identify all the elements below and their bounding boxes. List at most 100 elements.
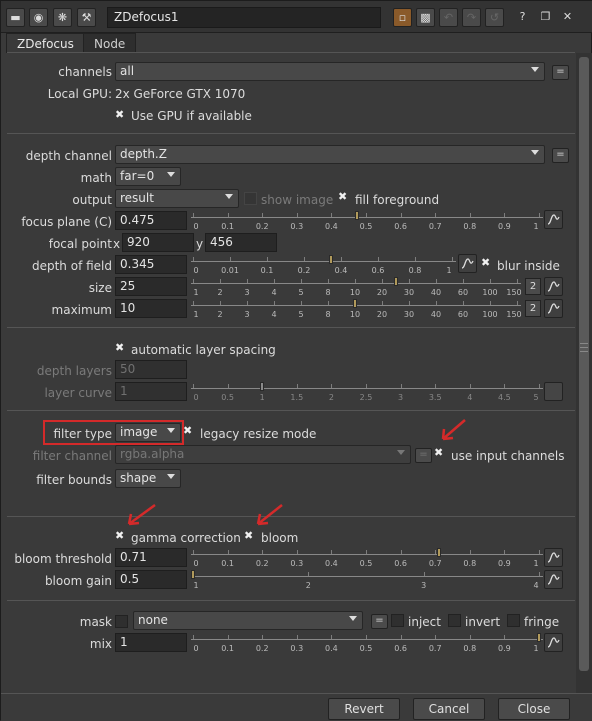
- channels-link-button[interactable]: =: [552, 65, 569, 80]
- node-name-field[interactable]: ZDefocus1: [107, 7, 381, 28]
- redo-icon[interactable]: ↷: [462, 8, 481, 27]
- layer-curve-input[interactable]: 1: [115, 382, 187, 401]
- focus-plane-input[interactable]: 0.475: [115, 211, 187, 230]
- slider-handle[interactable]: [355, 211, 360, 220]
- help-icon[interactable]: ?: [513, 8, 532, 27]
- invert-checkbox[interactable]: [448, 614, 461, 627]
- depth-of-field-input[interactable]: 0.345: [115, 255, 187, 274]
- focal-x-input[interactable]: 920: [122, 233, 194, 252]
- mask-dropdown[interactable]: none: [133, 611, 363, 630]
- legacy-resize-checkbox[interactable]: [183, 424, 196, 439]
- size-split-button[interactable]: 2: [525, 278, 541, 295]
- chevron-down-icon: [167, 474, 175, 479]
- blur-inside-checkbox[interactable]: [481, 256, 494, 271]
- channels-dropdown[interactable]: all: [115, 62, 545, 81]
- size-slider[interactable]: 1 2 3 4 5 8 10 20 30 40 60 100 150: [191, 277, 522, 300]
- slider-handle[interactable]: [537, 633, 541, 642]
- scrollbar-thumb[interactable]: [579, 57, 589, 671]
- slider-tick-label: 0.7: [428, 644, 442, 653]
- fringe-checkbox[interactable]: [507, 614, 520, 627]
- tab-node[interactable]: Node: [83, 33, 137, 53]
- undo-icon[interactable]: ↶: [439, 8, 458, 27]
- gamma-correction-checkbox[interactable]: [115, 529, 128, 544]
- math-dropdown[interactable]: far=0: [115, 167, 181, 186]
- tile-color-icon[interactable]: ▫: [393, 8, 412, 27]
- filter-bounds-label: filter bounds: [36, 473, 112, 487]
- depth-channel-link-button[interactable]: =: [552, 148, 569, 163]
- invert-label: invert: [465, 615, 501, 629]
- depth-channel-dropdown[interactable]: depth.Z: [115, 145, 545, 164]
- bloom-checkbox[interactable]: [244, 529, 257, 544]
- slider-tick-label: 0.5: [359, 559, 373, 568]
- output-dropdown[interactable]: result: [115, 189, 239, 208]
- animation-curve-icon[interactable]: [544, 382, 563, 401]
- mask-link-button[interactable]: =: [371, 614, 388, 629]
- collapse-icon[interactable]: ▬: [6, 8, 25, 27]
- slider-handle[interactable]: [328, 255, 333, 264]
- filter-bounds-dropdown[interactable]: shape: [115, 469, 181, 488]
- slider-tick-label: 100: [482, 310, 498, 319]
- mix-input[interactable]: 1: [115, 633, 187, 652]
- bug-icon[interactable]: ❋: [53, 8, 72, 27]
- animation-curve-icon[interactable]: [544, 299, 563, 318]
- layer-curve-slider[interactable]: 0 0.5 1 1.5 2 2.5 3 3.5 4 4.5 5: [191, 382, 543, 405]
- use-gpu-label: Use GPU if available: [131, 109, 252, 123]
- slider-tick-label: 0.6: [394, 559, 407, 568]
- slider-tick-label: 0.9: [498, 559, 511, 568]
- depth-of-field-slider[interactable]: 0 0.01 0.1 0.2 0.4 0.6 0.8 1: [191, 255, 456, 278]
- bloom-gain-input[interactable]: 0.5: [115, 570, 187, 589]
- mix-label: mix: [89, 637, 112, 651]
- slider-handle[interactable]: [191, 570, 195, 579]
- focal-y-input[interactable]: 456: [205, 233, 277, 252]
- cancel-button[interactable]: Cancel: [413, 698, 485, 720]
- gl-color-icon[interactable]: ▩: [416, 8, 435, 27]
- view-node-icon[interactable]: ◉: [29, 8, 48, 27]
- close-button[interactable]: Close: [498, 698, 570, 720]
- use-gpu-checkbox[interactable]: [115, 108, 128, 123]
- animation-curve-icon[interactable]: [544, 633, 563, 652]
- annotation-arrow-icon: [441, 419, 466, 441]
- vertical-scrollbar[interactable]: [576, 53, 592, 693]
- bloom-gain-slider[interactable]: 1 2 3 4: [191, 570, 543, 593]
- filter-channel-dropdown[interactable]: rgba.alpha: [115, 445, 411, 464]
- use-input-channels-checkbox[interactable]: [434, 446, 447, 461]
- slider-tick-label: 5: [533, 393, 539, 402]
- slider-handle[interactable]: [393, 277, 398, 286]
- animation-curve-icon[interactable]: [544, 210, 563, 229]
- slider-tick: [308, 572, 310, 576]
- filter-type-dropdown[interactable]: image: [115, 423, 181, 442]
- slider-tick: [355, 279, 356, 283]
- bloom-threshold-input[interactable]: 0.71: [115, 548, 187, 567]
- mask-enable-checkbox[interactable]: [115, 615, 128, 628]
- bloom-threshold-slider[interactable]: 0 0.1 0.2 0.3 0.4 0.5 0.6 0.7 0.8 0.9 1: [191, 548, 543, 571]
- slider-tick-label: 0.8: [463, 222, 477, 231]
- slider-handle[interactable]: [260, 382, 265, 391]
- animation-curve-icon[interactable]: [458, 254, 477, 273]
- float-icon[interactable]: ❐: [536, 8, 555, 27]
- maximum-split-button[interactable]: 2: [525, 300, 541, 317]
- depth-layers-input[interactable]: 50: [115, 360, 187, 379]
- automatic-layer-spacing-checkbox[interactable]: [115, 341, 128, 356]
- slider-tick: [247, 301, 248, 305]
- slider-handle[interactable]: [436, 548, 441, 557]
- inject-checkbox[interactable]: [391, 614, 404, 627]
- slider-tick: [274, 301, 275, 305]
- focus-plane-slider[interactable]: 0 0.1 0.2 0.3 0.4 0.5 0.6 0.7 0.8 0.9 1: [191, 211, 543, 234]
- revert-button[interactable]: Revert: [328, 698, 400, 720]
- maximum-input[interactable]: 10: [115, 299, 187, 318]
- filter-channel-link-button[interactable]: =: [415, 448, 432, 463]
- revert-icon[interactable]: ↺: [485, 8, 504, 27]
- close-icon[interactable]: ✕: [558, 8, 577, 27]
- animation-curve-icon[interactable]: [544, 277, 563, 296]
- animation-curve-icon[interactable]: [544, 570, 563, 589]
- wrench-icon[interactable]: ⚒: [77, 8, 96, 27]
- tab-zdefocus[interactable]: ZDefocus: [6, 33, 85, 53]
- fill-foreground-checkbox[interactable]: [338, 190, 351, 205]
- animation-curve-icon[interactable]: [544, 548, 563, 567]
- mix-slider[interactable]: 0 0.1 0.2 0.3 0.4 0.5 0.6 0.7 0.8 0.9 1: [191, 633, 543, 656]
- slider-handle[interactable]: [353, 299, 357, 308]
- maximum-slider[interactable]: 1 2 3 4 5 8 10 20 30 40 60 100 150: [191, 299, 522, 322]
- size-input[interactable]: 25: [115, 277, 187, 296]
- slider-tick-label: 30: [403, 288, 415, 297]
- show-image-checkbox[interactable]: [244, 192, 257, 205]
